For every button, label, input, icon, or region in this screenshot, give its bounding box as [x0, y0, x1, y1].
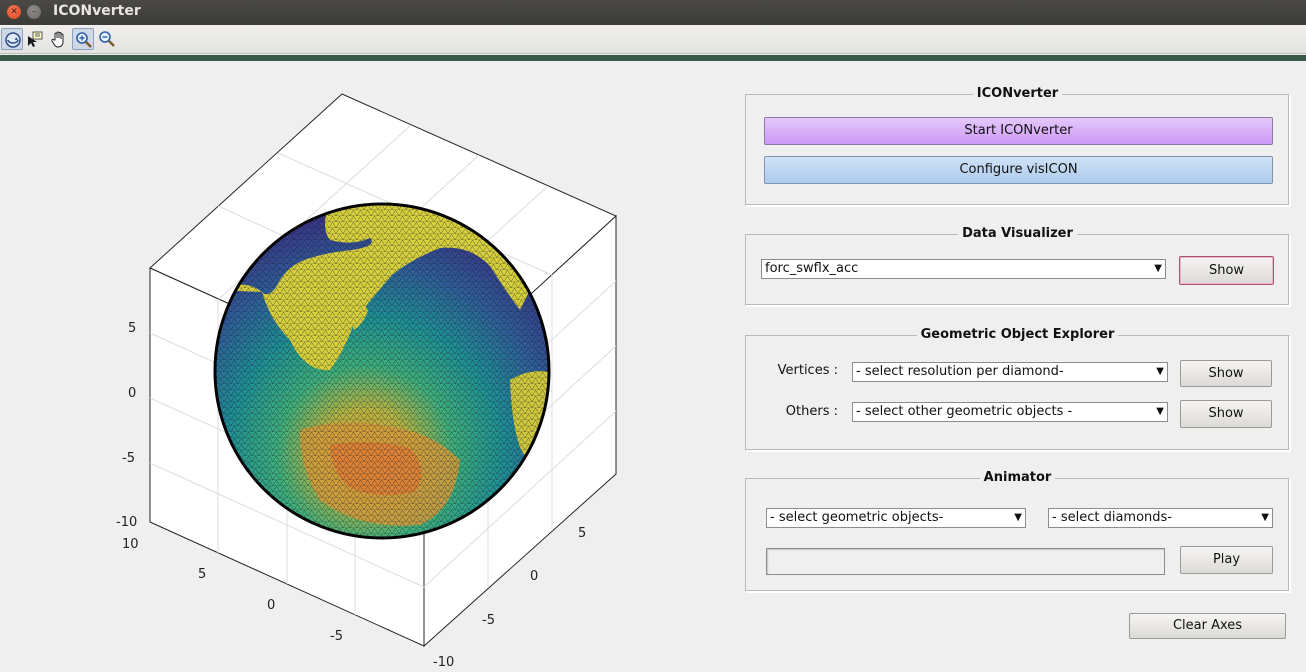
plot-axes[interactable]: 5 0 -5 -10 10 5 0 -5 5 0 -5 -10 [0, 62, 730, 672]
z-tick-label: -5 [122, 451, 135, 466]
z-tick-label: 5 [128, 321, 136, 336]
figure-toolbar [0, 25, 1306, 54]
vertices-label: Vertices : [777, 363, 838, 378]
start-iconverter-button[interactable]: Start ICONverter [764, 117, 1273, 145]
zoom-out-icon[interactable] [96, 28, 118, 50]
geometric-object-explorer-panel: Geometric Object Explorer Vertices : - s… [745, 327, 1290, 451]
panel-title: Data Visualizer [958, 226, 1077, 241]
vertices-select-value: - select resolution per diamond- [856, 364, 1064, 379]
play-button[interactable]: Play [1180, 546, 1273, 574]
y-tick-label: 0 [530, 569, 538, 584]
panel-title: ICONverter [972, 86, 1063, 101]
axes-canvas: 5 0 -5 -10 10 5 0 -5 5 0 -5 -10 [116, 93, 617, 670]
objects-select-value: - select geometric objects- [770, 510, 944, 525]
chevron-down-icon: ▼ [1154, 263, 1162, 274]
animation-progress-field [766, 548, 1165, 575]
y-tick-label: 5 [578, 526, 586, 541]
others-show-button[interactable]: Show [1180, 400, 1272, 428]
diamonds-select-value: - select diamonds- [1052, 510, 1172, 525]
chevron-down-icon: ▼ [1261, 512, 1269, 523]
chevron-down-icon: ▼ [1014, 512, 1022, 523]
variable-select[interactable]: forc_swflx_acc ▼ [761, 259, 1166, 279]
pan-hand-icon[interactable] [48, 28, 70, 50]
others-label: Others : [785, 404, 838, 419]
other-objects-select[interactable]: - select other geometric objects - ▼ [852, 402, 1168, 422]
x-tick-label: -5 [330, 629, 343, 644]
x-tick-label: 0 [267, 598, 275, 613]
animator-objects-select[interactable]: - select geometric objects- ▼ [766, 508, 1026, 528]
others-select-value: - select other geometric objects - [856, 404, 1073, 419]
panel-title: Animator [979, 470, 1056, 485]
z-tick-label: 0 [128, 386, 136, 401]
iconverter-panel: ICONverter Start ICONverter Configure vi… [745, 86, 1290, 206]
toolbar-separator [0, 55, 1306, 61]
clear-axes-button[interactable]: Clear Axes [1129, 613, 1286, 639]
x-tick-label: 10 [122, 537, 139, 552]
rotate-3d-icon[interactable] [1, 28, 23, 50]
variable-select-value: forc_swflx_acc [765, 261, 859, 276]
vertices-resolution-select[interactable]: - select resolution per diamond- ▼ [852, 362, 1168, 382]
window-title: ICONverter [53, 3, 141, 19]
close-window-button[interactable]: ✕ [7, 5, 21, 19]
x-tick-label: 5 [198, 567, 206, 582]
minimize-window-button[interactable]: – [27, 5, 41, 19]
zoom-in-icon[interactable] [72, 28, 94, 50]
chevron-down-icon: ▼ [1156, 406, 1164, 417]
chevron-down-icon: ▼ [1156, 366, 1164, 377]
data-cursor-icon[interactable] [24, 28, 46, 50]
z-axis-ticks: 5 0 -5 -10 [116, 321, 137, 530]
y-tick-label: -5 [482, 613, 495, 628]
z-tick-label: -10 [116, 515, 137, 530]
configure-visicon-button[interactable]: Configure visICON [764, 156, 1273, 184]
animator-panel: Animator - select geometric objects- ▼ -… [745, 470, 1290, 592]
vertices-show-button[interactable]: Show [1180, 360, 1272, 387]
visualizer-show-button[interactable]: Show [1179, 256, 1274, 285]
title-bar: ✕ – ICONverter [0, 0, 1306, 25]
y-tick-label: -10 [433, 655, 454, 670]
data-visualizer-panel: Data Visualizer forc_swflx_acc ▼ Show [745, 226, 1290, 306]
panel-title: Geometric Object Explorer [916, 327, 1119, 342]
animator-diamonds-select[interactable]: - select diamonds- ▼ [1048, 508, 1273, 528]
